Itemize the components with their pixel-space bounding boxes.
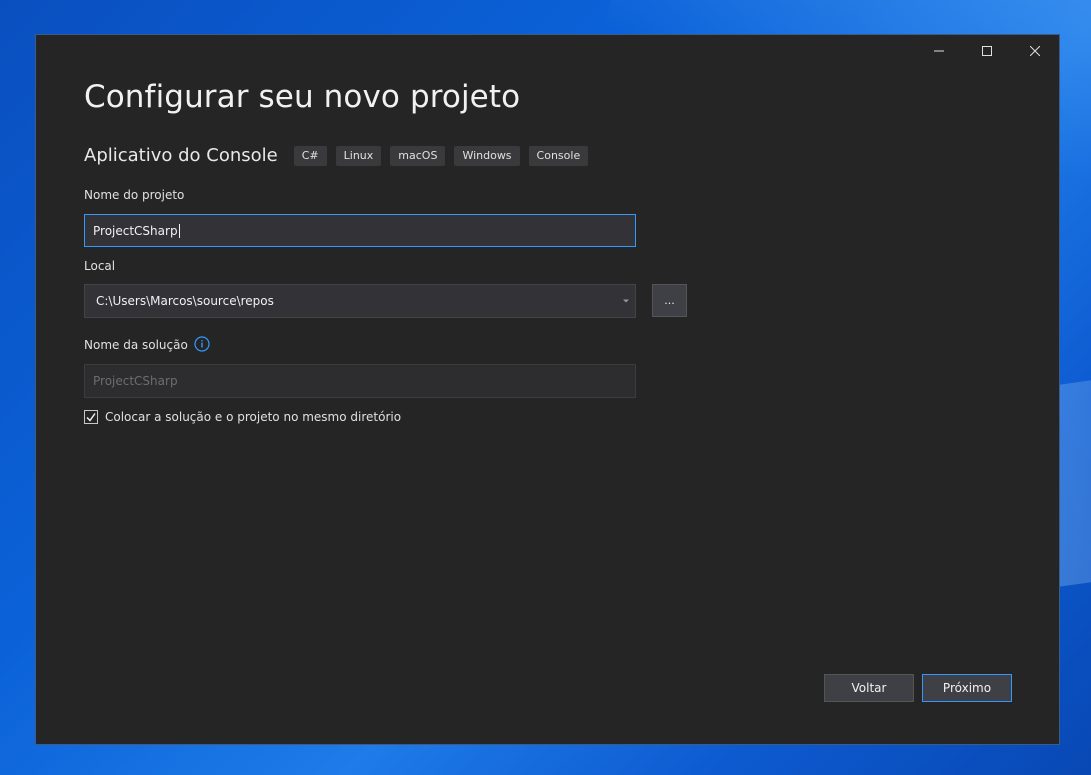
location-value: C:\Users\Marcos\source\repos [96,294,274,308]
close-icon [1030,46,1040,56]
template-tag: C# [293,145,327,166]
template-tag: Linux [335,145,382,166]
next-button[interactable]: Próximo [922,674,1012,702]
template-tag: Windows [454,145,520,166]
location-combobox[interactable]: C:\Users\Marcos\source\repos [84,284,636,318]
same-directory-option[interactable]: Colocar a solução e o projeto no mesmo d… [84,410,401,424]
text-caret [178,223,180,238]
chevron-down-icon[interactable] [623,299,629,303]
maximize-icon [982,46,992,56]
minimize-icon [934,50,944,52]
info-icon[interactable] [194,336,210,355]
desktop-background: Configurar seu novo projeto Aplicativo d… [0,0,1091,775]
close-button[interactable] [1011,35,1059,67]
location-label: Local [84,259,116,273]
page-title: Configurar seu novo projeto [84,79,521,115]
checkmark-icon [86,413,96,422]
minimize-button[interactable] [915,35,963,67]
same-directory-label: Colocar a solução e o projeto no mesmo d… [105,410,402,424]
browse-location-button[interactable]: ... [652,284,687,317]
caption-buttons [915,35,1059,67]
solution-name-input[interactable]: ProjectCSharp [84,364,636,398]
project-name-label: Nome do projeto [84,188,185,202]
solution-name-label: Nome da solução [84,336,210,355]
template-tag: macOS [390,145,446,166]
create-project-dialog: Configurar seu novo projeto Aplicativo d… [35,34,1060,745]
template-name: Aplicativo do Console [84,145,278,166]
same-directory-checkbox[interactable] [84,410,98,424]
back-button[interactable]: Voltar [824,674,914,702]
maximize-button[interactable] [963,35,1011,67]
project-name-input[interactable]: ProjectCSharp [84,214,636,247]
solution-name-label-text: Nome da solução [84,338,188,352]
template-info: Aplicativo do Console C# Linux macOS Win… [84,145,597,166]
template-tag: Console [528,145,589,166]
project-name-value: ProjectCSharp [93,223,178,238]
solution-name-placeholder: ProjectCSharp [93,374,178,388]
